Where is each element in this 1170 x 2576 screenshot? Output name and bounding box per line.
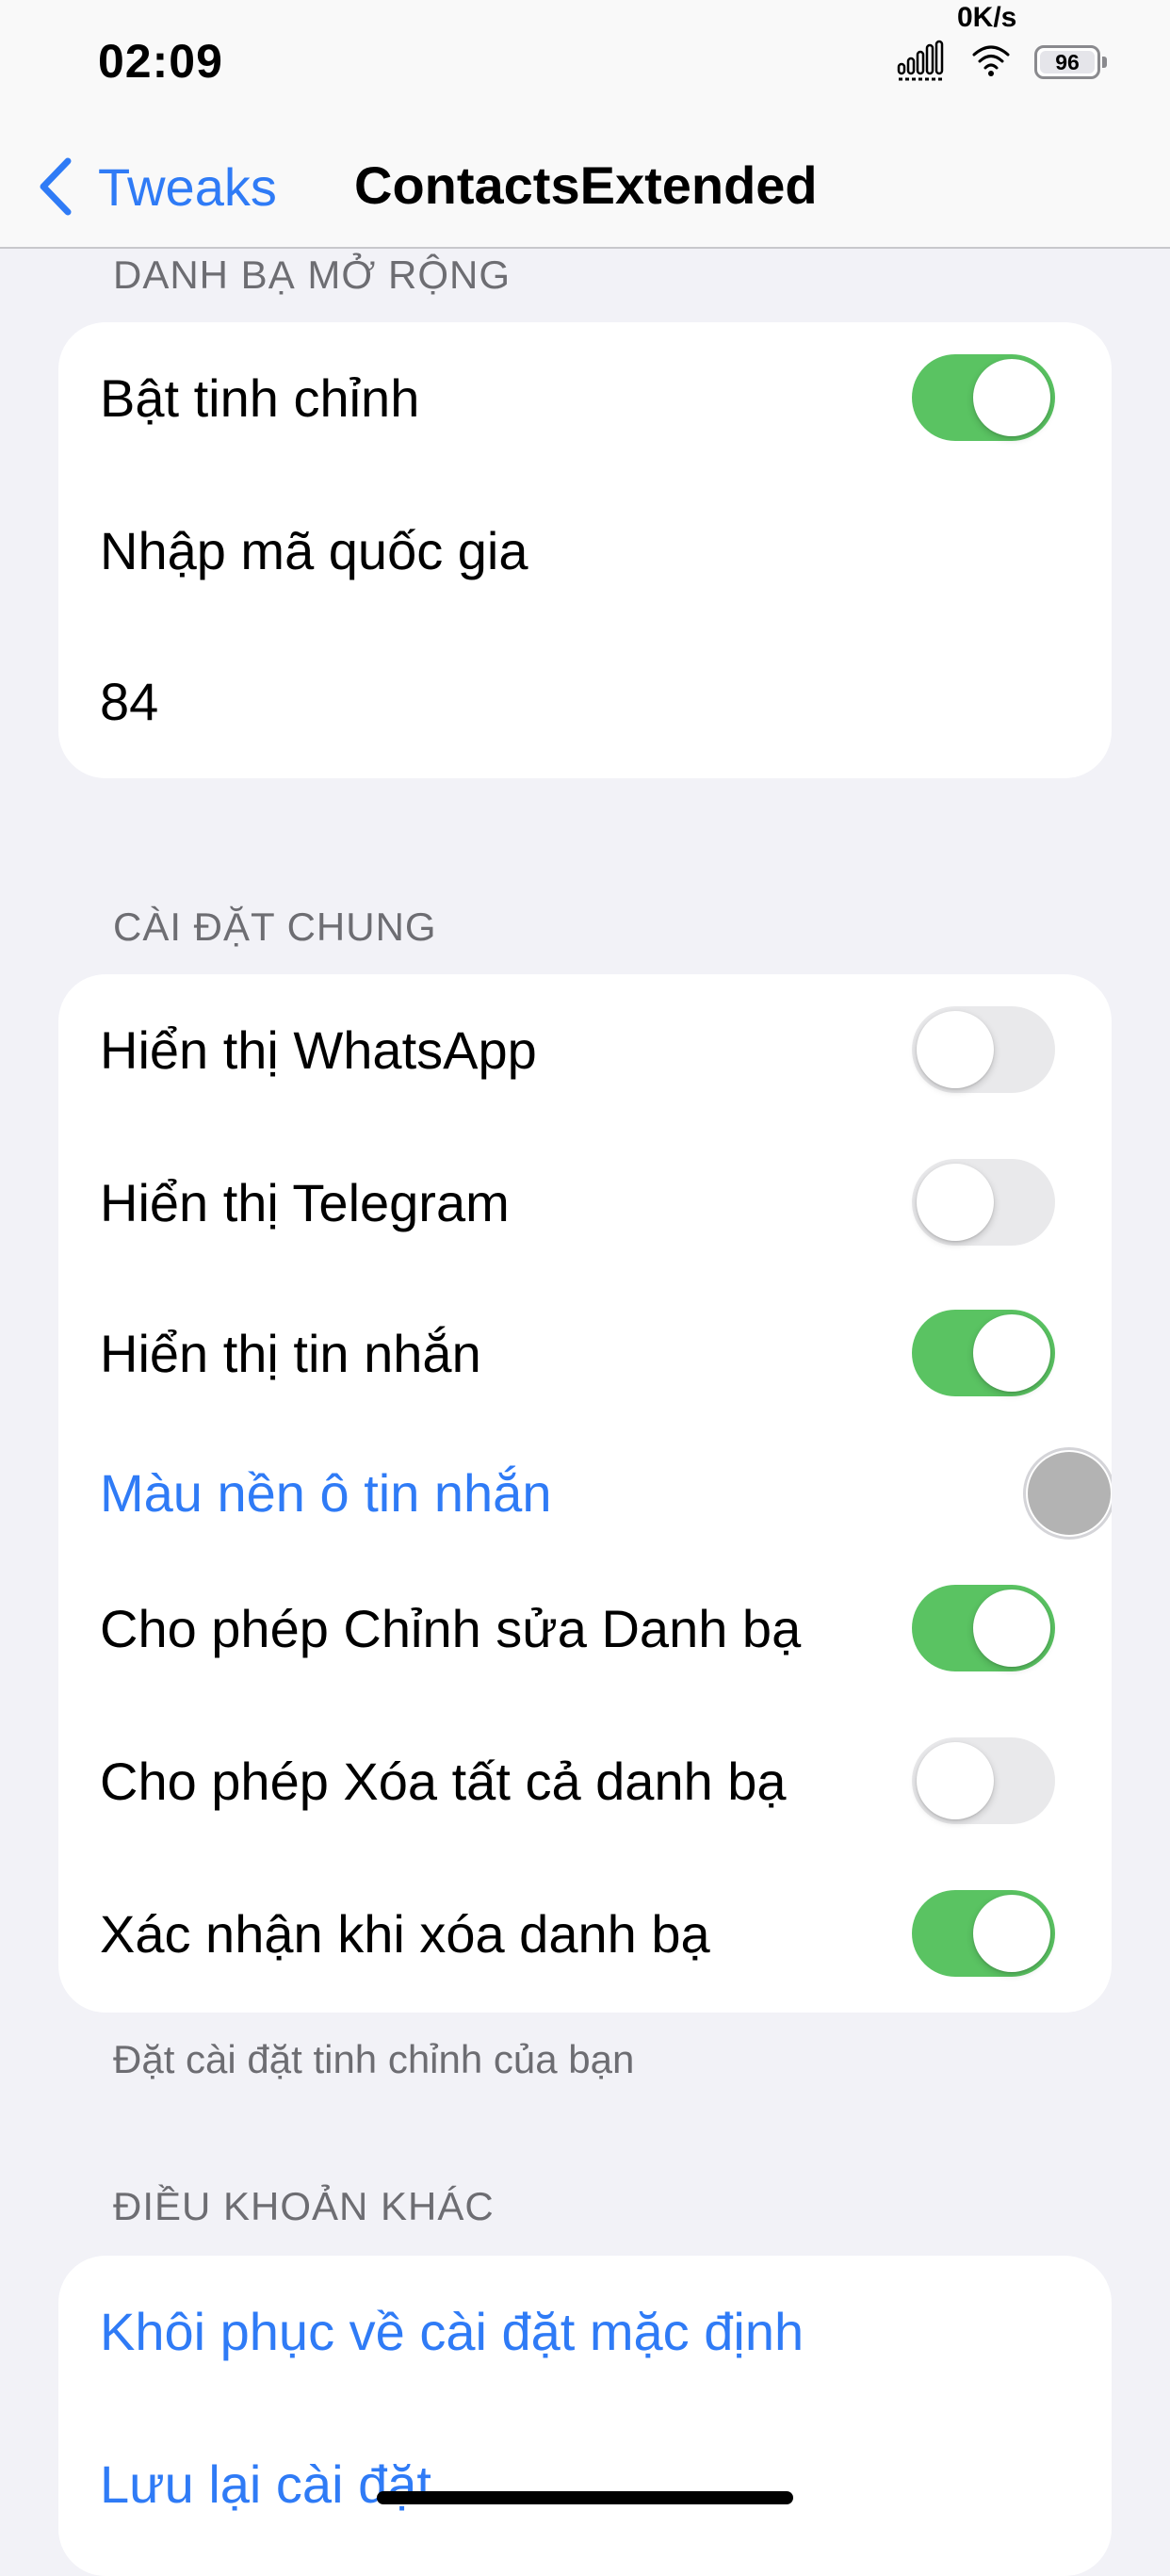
show-messages-label: Hiển thị tin nhắn	[100, 1324, 481, 1383]
save-settings-button[interactable]: Lưu lại cài đặt	[100, 2408, 431, 2561]
country-code-label: Nhập mã quốc gia	[100, 521, 528, 580]
show-whatsapp-toggle[interactable]	[912, 1006, 1055, 1093]
row-country-code-input[interactable]: 84	[58, 626, 1112, 778]
page-title: ContactsExtended	[354, 155, 818, 215]
row-allow-delete-all-contacts: Cho phép Xóa tất cả danh bạ	[58, 1705, 1112, 1858]
battery-level: 96	[1040, 50, 1095, 74]
section-footer-general: Đặt cài đặt tinh chỉnh của bạn	[113, 2037, 635, 2081]
confirm-delete-contacts-toggle[interactable]	[912, 1890, 1055, 1977]
status-time: 02:09	[98, 35, 223, 88]
message-cell-color-label[interactable]: Màu nền ô tin nhắn	[100, 1417, 551, 1570]
enable-tweak-label: Bật tinh chỉnh	[100, 368, 420, 428]
home-indicator	[377, 2491, 793, 2504]
wifi-icon	[972, 45, 1010, 76]
row-show-telegram: Hiển thị Telegram	[58, 1127, 1112, 1280]
navigation-bar: Tweaks ContactsExtended	[0, 124, 1170, 249]
network-speed: 0K/s	[957, 2, 1017, 33]
show-whatsapp-label: Hiển thị WhatsApp	[100, 1020, 537, 1080]
confirm-delete-contacts-label: Xác nhận khi xóa danh bạ	[100, 1904, 710, 1964]
signal-icon	[897, 40, 944, 81]
battery-icon: 96	[1034, 45, 1108, 81]
reset-defaults-button[interactable]: Khôi phục về cài đặt mặc định	[100, 2256, 804, 2408]
row-enable-tweak: Bật tinh chỉnh	[58, 322, 1112, 475]
section-header-other: ĐIỀU KHOẢN KHÁC	[113, 2184, 495, 2228]
section-header-contacts-extended: DANH BẠ MỞ RỘNG	[113, 253, 512, 297]
show-messages-toggle[interactable]	[912, 1310, 1055, 1396]
allow-delete-all-contacts-toggle[interactable]	[912, 1737, 1055, 1824]
allow-edit-contacts-toggle[interactable]	[912, 1585, 1055, 1671]
chevron-left-icon	[40, 157, 72, 216]
row-message-cell-color[interactable]: Màu nền ô tin nhắn	[58, 1417, 1112, 1570]
row-country-code-label: Nhập mã quốc gia	[58, 475, 1112, 628]
row-reset-defaults[interactable]: Khôi phục về cài đặt mặc định	[58, 2256, 1112, 2408]
row-allow-edit-contacts: Cho phép Chỉnh sửa Danh bạ	[58, 1553, 1112, 1705]
allow-delete-all-contacts-label: Cho phép Xóa tất cả danh bạ	[100, 1752, 787, 1811]
back-label: Tweaks	[98, 156, 277, 217]
color-picker-well[interactable]	[1023, 1447, 1112, 1540]
allow-edit-contacts-label: Cho phép Chỉnh sửa Danh bạ	[100, 1599, 802, 1658]
card-contacts-extended: Bật tinh chỉnh Nhập mã quốc gia 84	[58, 322, 1112, 778]
row-save-settings[interactable]: Lưu lại cài đặt	[58, 2408, 1112, 2561]
card-general: Hiển thị WhatsApp Hiển thị Telegram Hiển…	[58, 974, 1112, 2013]
status-bar: 02:09 0K/s 96	[0, 0, 1170, 124]
back-button[interactable]: Tweaks	[34, 149, 277, 224]
color-swatch	[1028, 1452, 1111, 1535]
show-telegram-label: Hiển thị Telegram	[100, 1173, 510, 1232]
country-code-input[interactable]: 84	[100, 626, 158, 778]
section-header-general: CÀI ĐẶT CHUNG	[113, 905, 437, 949]
row-show-whatsapp: Hiển thị WhatsApp	[58, 974, 1112, 1127]
row-confirm-delete-contacts: Xác nhận khi xóa danh bạ	[58, 1858, 1112, 2011]
enable-tweak-toggle[interactable]	[912, 354, 1055, 441]
row-show-messages: Hiển thị tin nhắn	[58, 1278, 1112, 1430]
show-telegram-toggle[interactable]	[912, 1159, 1055, 1246]
card-other: Khôi phục về cài đặt mặc định Lưu lại cà…	[58, 2256, 1112, 2576]
